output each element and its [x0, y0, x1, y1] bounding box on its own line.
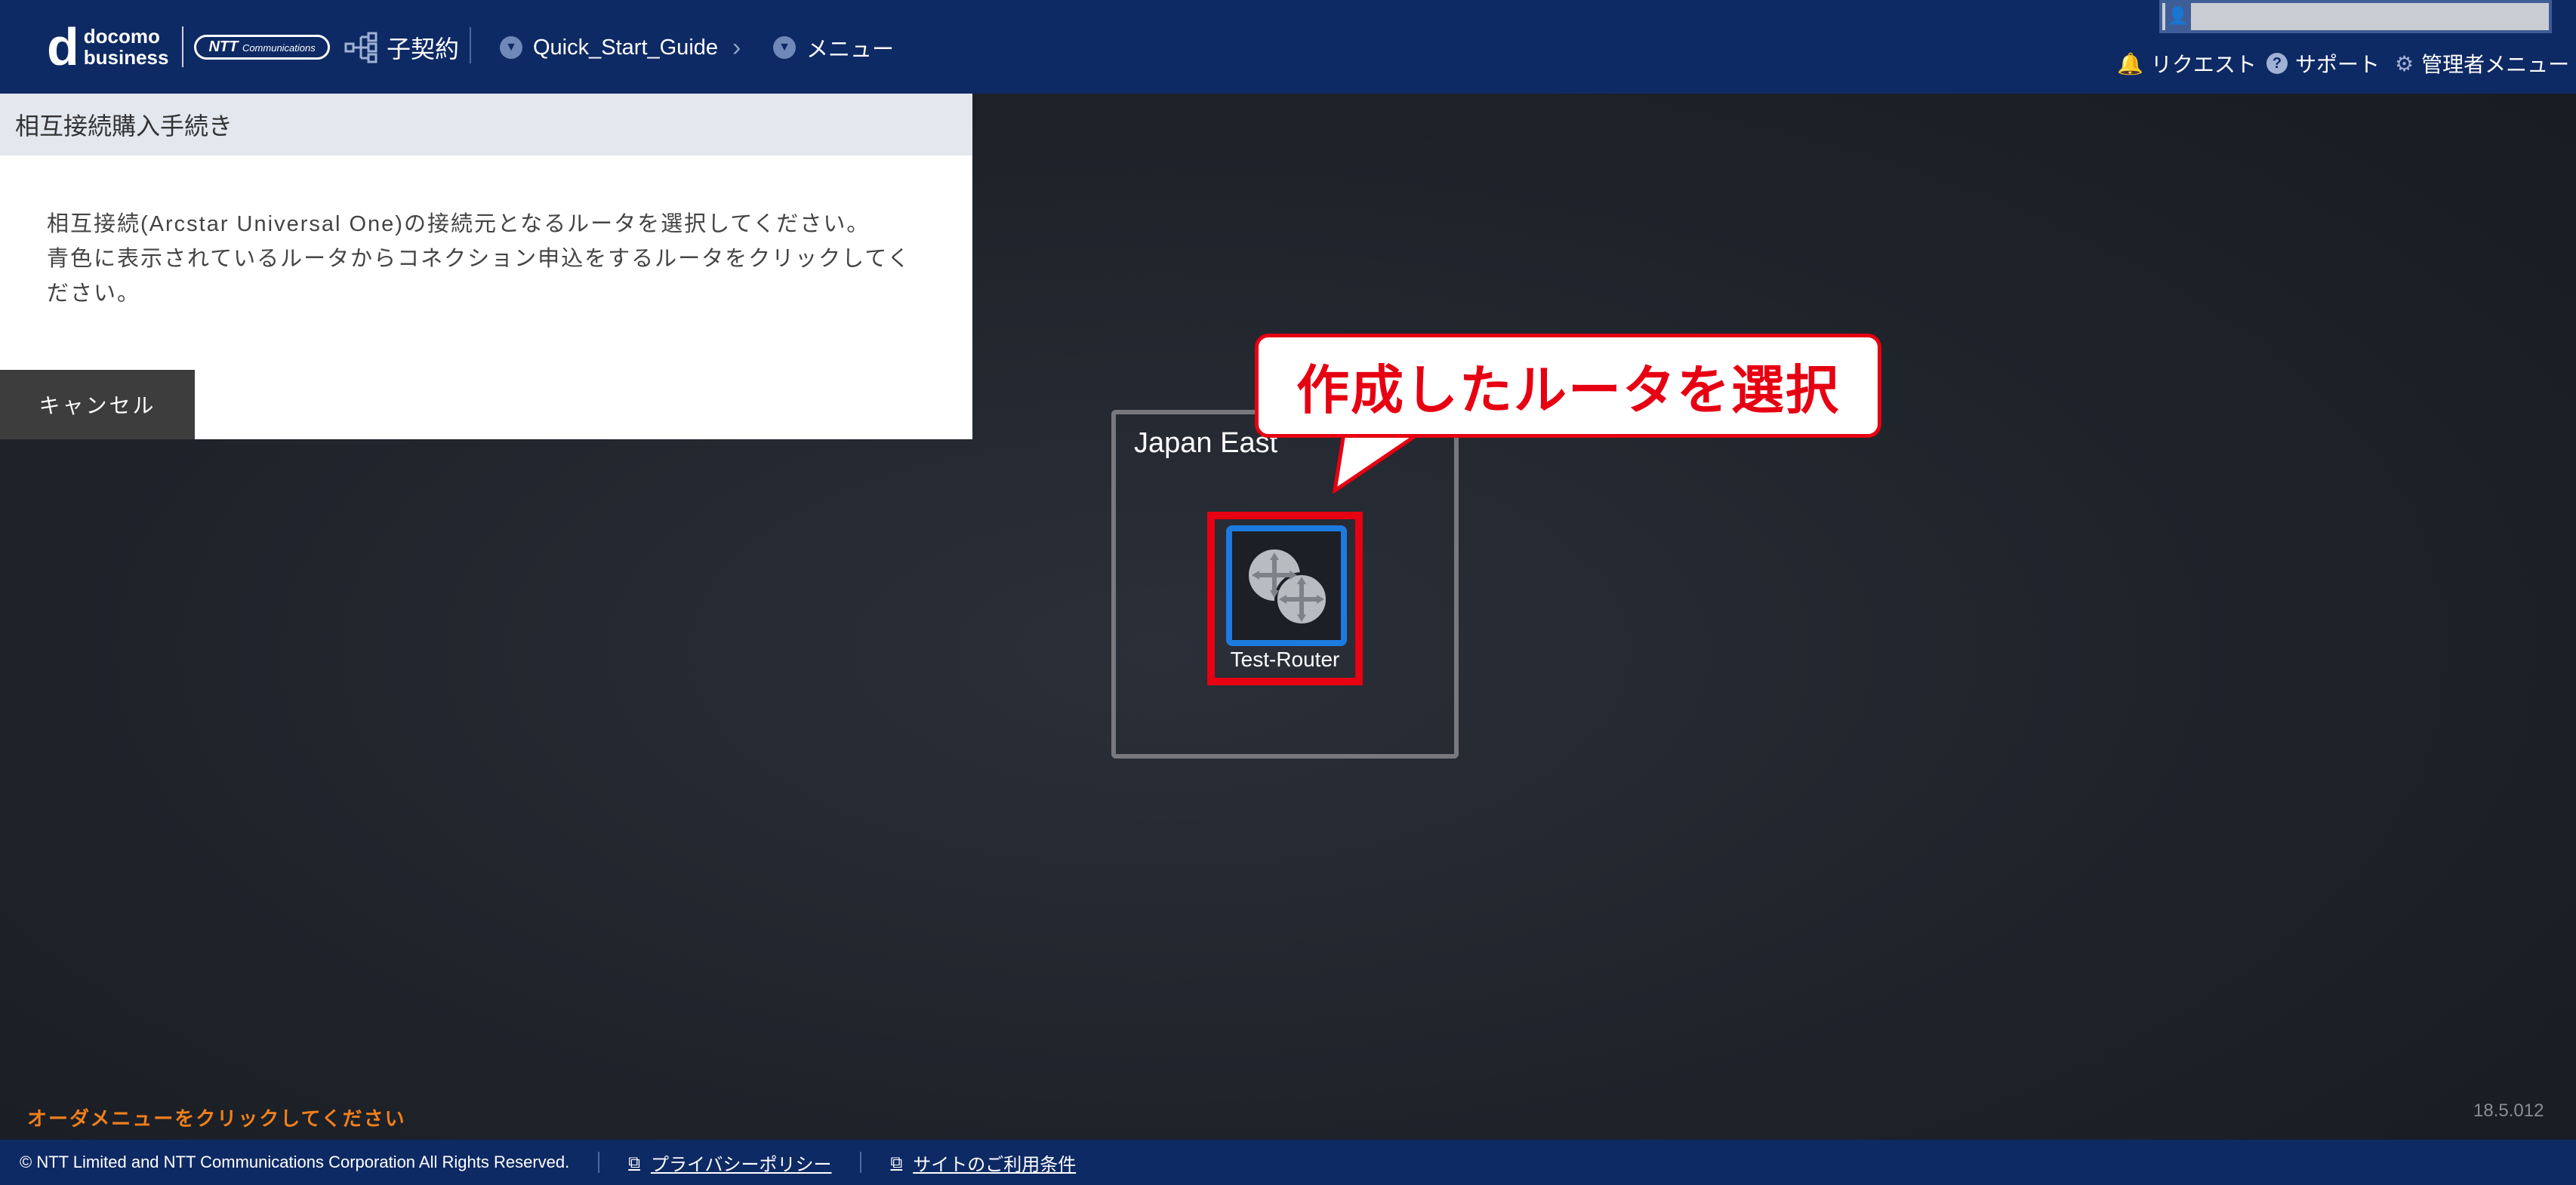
contract-tree-icon	[344, 32, 377, 63]
header-divider	[470, 27, 471, 63]
instruction-line-2: 青色に表示されているルータからコネクション申込をするルータをクリックしてください…	[47, 247, 911, 306]
ntt-badge-subtext: Communications	[242, 42, 316, 54]
logo-d-mark: d	[47, 17, 79, 76]
instruction-callout: 作成したルータを選択	[1255, 334, 1881, 438]
footer-divider	[860, 1152, 862, 1173]
chevron-down-icon: ▼	[500, 36, 522, 59]
breadcrumb-quick-start-guide[interactable]: ▼ Quick_Start_Guide	[500, 29, 718, 66]
router-name[interactable]: Test-Router	[1213, 648, 1357, 672]
user-account-field[interactable]	[2159, 0, 2552, 33]
router-icon	[1249, 549, 1329, 626]
chevron-down-icon: ▼	[773, 36, 796, 59]
breadcrumb-menu[interactable]: ▼ メニュー	[773, 29, 894, 66]
logo-divider	[182, 26, 184, 67]
breadcrumb-arrow-icon: ›	[732, 32, 741, 62]
privacy-policy-link[interactable]: ⧉ プライバシーポリシー	[628, 1150, 831, 1176]
external-link-icon: ⧉	[628, 1153, 640, 1171]
external-link-icon: ⧉	[890, 1153, 903, 1171]
interconnect-purchase-panel: 相互接続購入手続き 相互接続(Arcstar Universal One)の接続…	[0, 94, 972, 439]
terms-of-use-link[interactable]: ⧉ サイトのご利用条件	[890, 1150, 1076, 1176]
ntt-badge-text: NTT	[208, 38, 239, 55]
order-menu-hint: オーダメニューをクリックしてください	[27, 1107, 406, 1130]
help-icon: ?	[2266, 53, 2288, 74]
callout-text: 作成したルータを選択	[1296, 360, 1840, 420]
child-contract-menu[interactable]: 子契約	[344, 29, 459, 66]
cancel-button[interactable]: キャンセル	[0, 370, 195, 439]
support-link[interactable]: ? サポート	[2266, 47, 2380, 80]
docomo-business-logo[interactable]: d docomo business NTT Communications	[47, 17, 330, 76]
callout-pointer	[1332, 433, 1423, 494]
terms-of-use-label: サイトのご利用条件	[913, 1154, 1077, 1175]
panel-title: 相互接続購入手続き	[0, 94, 972, 155]
version-number: 18.5.012	[2473, 1100, 2544, 1121]
user-icon: 👤	[2165, 2, 2191, 30]
breadcrumb-label: Quick_Start_Guide	[533, 35, 719, 60]
panel-instructions: 相互接続(Arcstar Universal One)の接続元となるルータを選択…	[47, 207, 930, 311]
bell-icon: 🔔	[2117, 51, 2143, 75]
region-name: Japan East	[1134, 427, 1278, 459]
footer-divider	[598, 1152, 600, 1173]
request-link[interactable]: 🔔 リクエスト	[2117, 47, 2257, 80]
privacy-policy-label: プライバシーポリシー	[650, 1154, 832, 1175]
footer: © NTT Limited and NTT Communications Cor…	[0, 1140, 2576, 1185]
request-label: リクエスト	[2150, 53, 2257, 76]
gear-icon: ⚙	[2395, 51, 2414, 75]
breadcrumb-label: メニュー	[806, 38, 895, 62]
copyright-text: © NTT Limited and NTT Communications Cor…	[20, 1153, 570, 1171]
router-node[interactable]	[1226, 525, 1347, 646]
support-label: サポート	[2295, 53, 2380, 76]
logo-line-2: business	[83, 46, 169, 69]
ntt-communications-logo: NTT Communications	[194, 34, 330, 60]
admin-label: 管理者メニュー	[2421, 53, 2570, 76]
admin-menu-link[interactable]: ⚙ 管理者メニュー	[2395, 47, 2569, 80]
instruction-line-1: 相互接続(Arcstar Universal One)の接続元となるルータを選択…	[47, 212, 870, 236]
contract-label: 子契約	[387, 35, 460, 63]
logo-line-1: docomo	[83, 25, 160, 48]
logo-words: docomo business	[84, 26, 169, 68]
